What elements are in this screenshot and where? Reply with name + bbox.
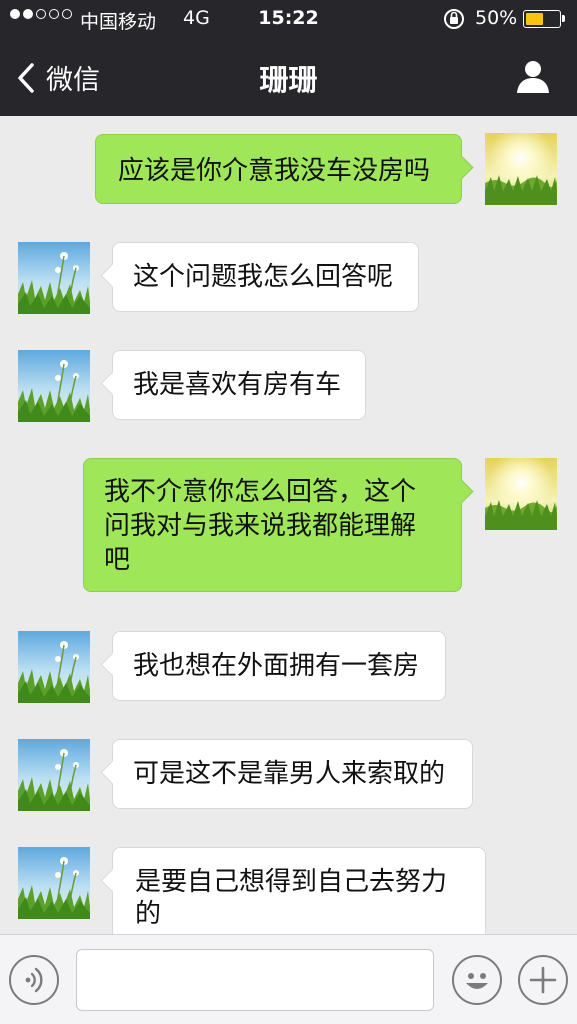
message-text: 我是喜欢有房有车 [133,370,342,400]
orientation-lock-icon [442,8,466,35]
navigation-bar: 微信 珊珊 [0,38,577,116]
input-bar [0,934,577,1024]
contact-avatar[interactable] [18,350,90,423]
my-avatar[interactable] [485,458,557,530]
message-bubble[interactable]: 我是喜欢有房有车 [112,350,366,420]
message-text: 可是这不是靠男人来索取的 [133,759,446,789]
chat-title: 珊珊 [259,63,318,97]
contact-avatar[interactable] [18,631,90,704]
contact-avatar[interactable] [18,242,90,315]
message-bubble[interactable]: 可是这不是靠男人来索取的 [112,739,473,809]
battery-icon [523,10,565,28]
my-avatar[interactable] [485,133,557,205]
message-text: 是要自己想得到自己去努力的 [135,867,448,929]
message-bubble[interactable]: 我不介意你怎么回答，这个问我对与我来说我都能理解吧 [83,458,462,592]
message-bubble[interactable]: 我也想在外面拥有一套房 [112,631,446,701]
status-bar: 中国移动 4G 15:22 50% [0,0,577,38]
message-bubble[interactable]: 这个问题我怎么回答呢 [112,242,419,312]
message-bubble[interactable]: 应该是你介意我没车没房吗 [95,134,462,204]
voice-icon[interactable] [9,955,59,1005]
message-bubble[interactable]: 是要自己想得到自己去努力的 [112,847,486,934]
battery-percentage: 50% [475,7,518,29]
message-text: 我也想在外面拥有一套房 [133,651,420,681]
plus-icon[interactable] [518,955,568,1005]
contact-avatar[interactable] [18,739,90,812]
message-text: 我不介意你怎么回答，这个问我对与我来说我都能理解吧 [104,477,417,575]
message-input[interactable] [76,949,434,1011]
emoji-icon[interactable] [452,955,502,1005]
contact-avatar[interactable] [18,847,90,920]
person-icon[interactable] [515,58,551,94]
message-text: 这个问题我怎么回答呢 [133,262,394,292]
message-text: 应该是你介意我没车没房吗 [118,156,431,186]
chat-area: 应该是你介意我没车没房吗 这个问题我怎么回答呢 我是喜欢有房有车 我不介意你怎么… [0,116,577,934]
